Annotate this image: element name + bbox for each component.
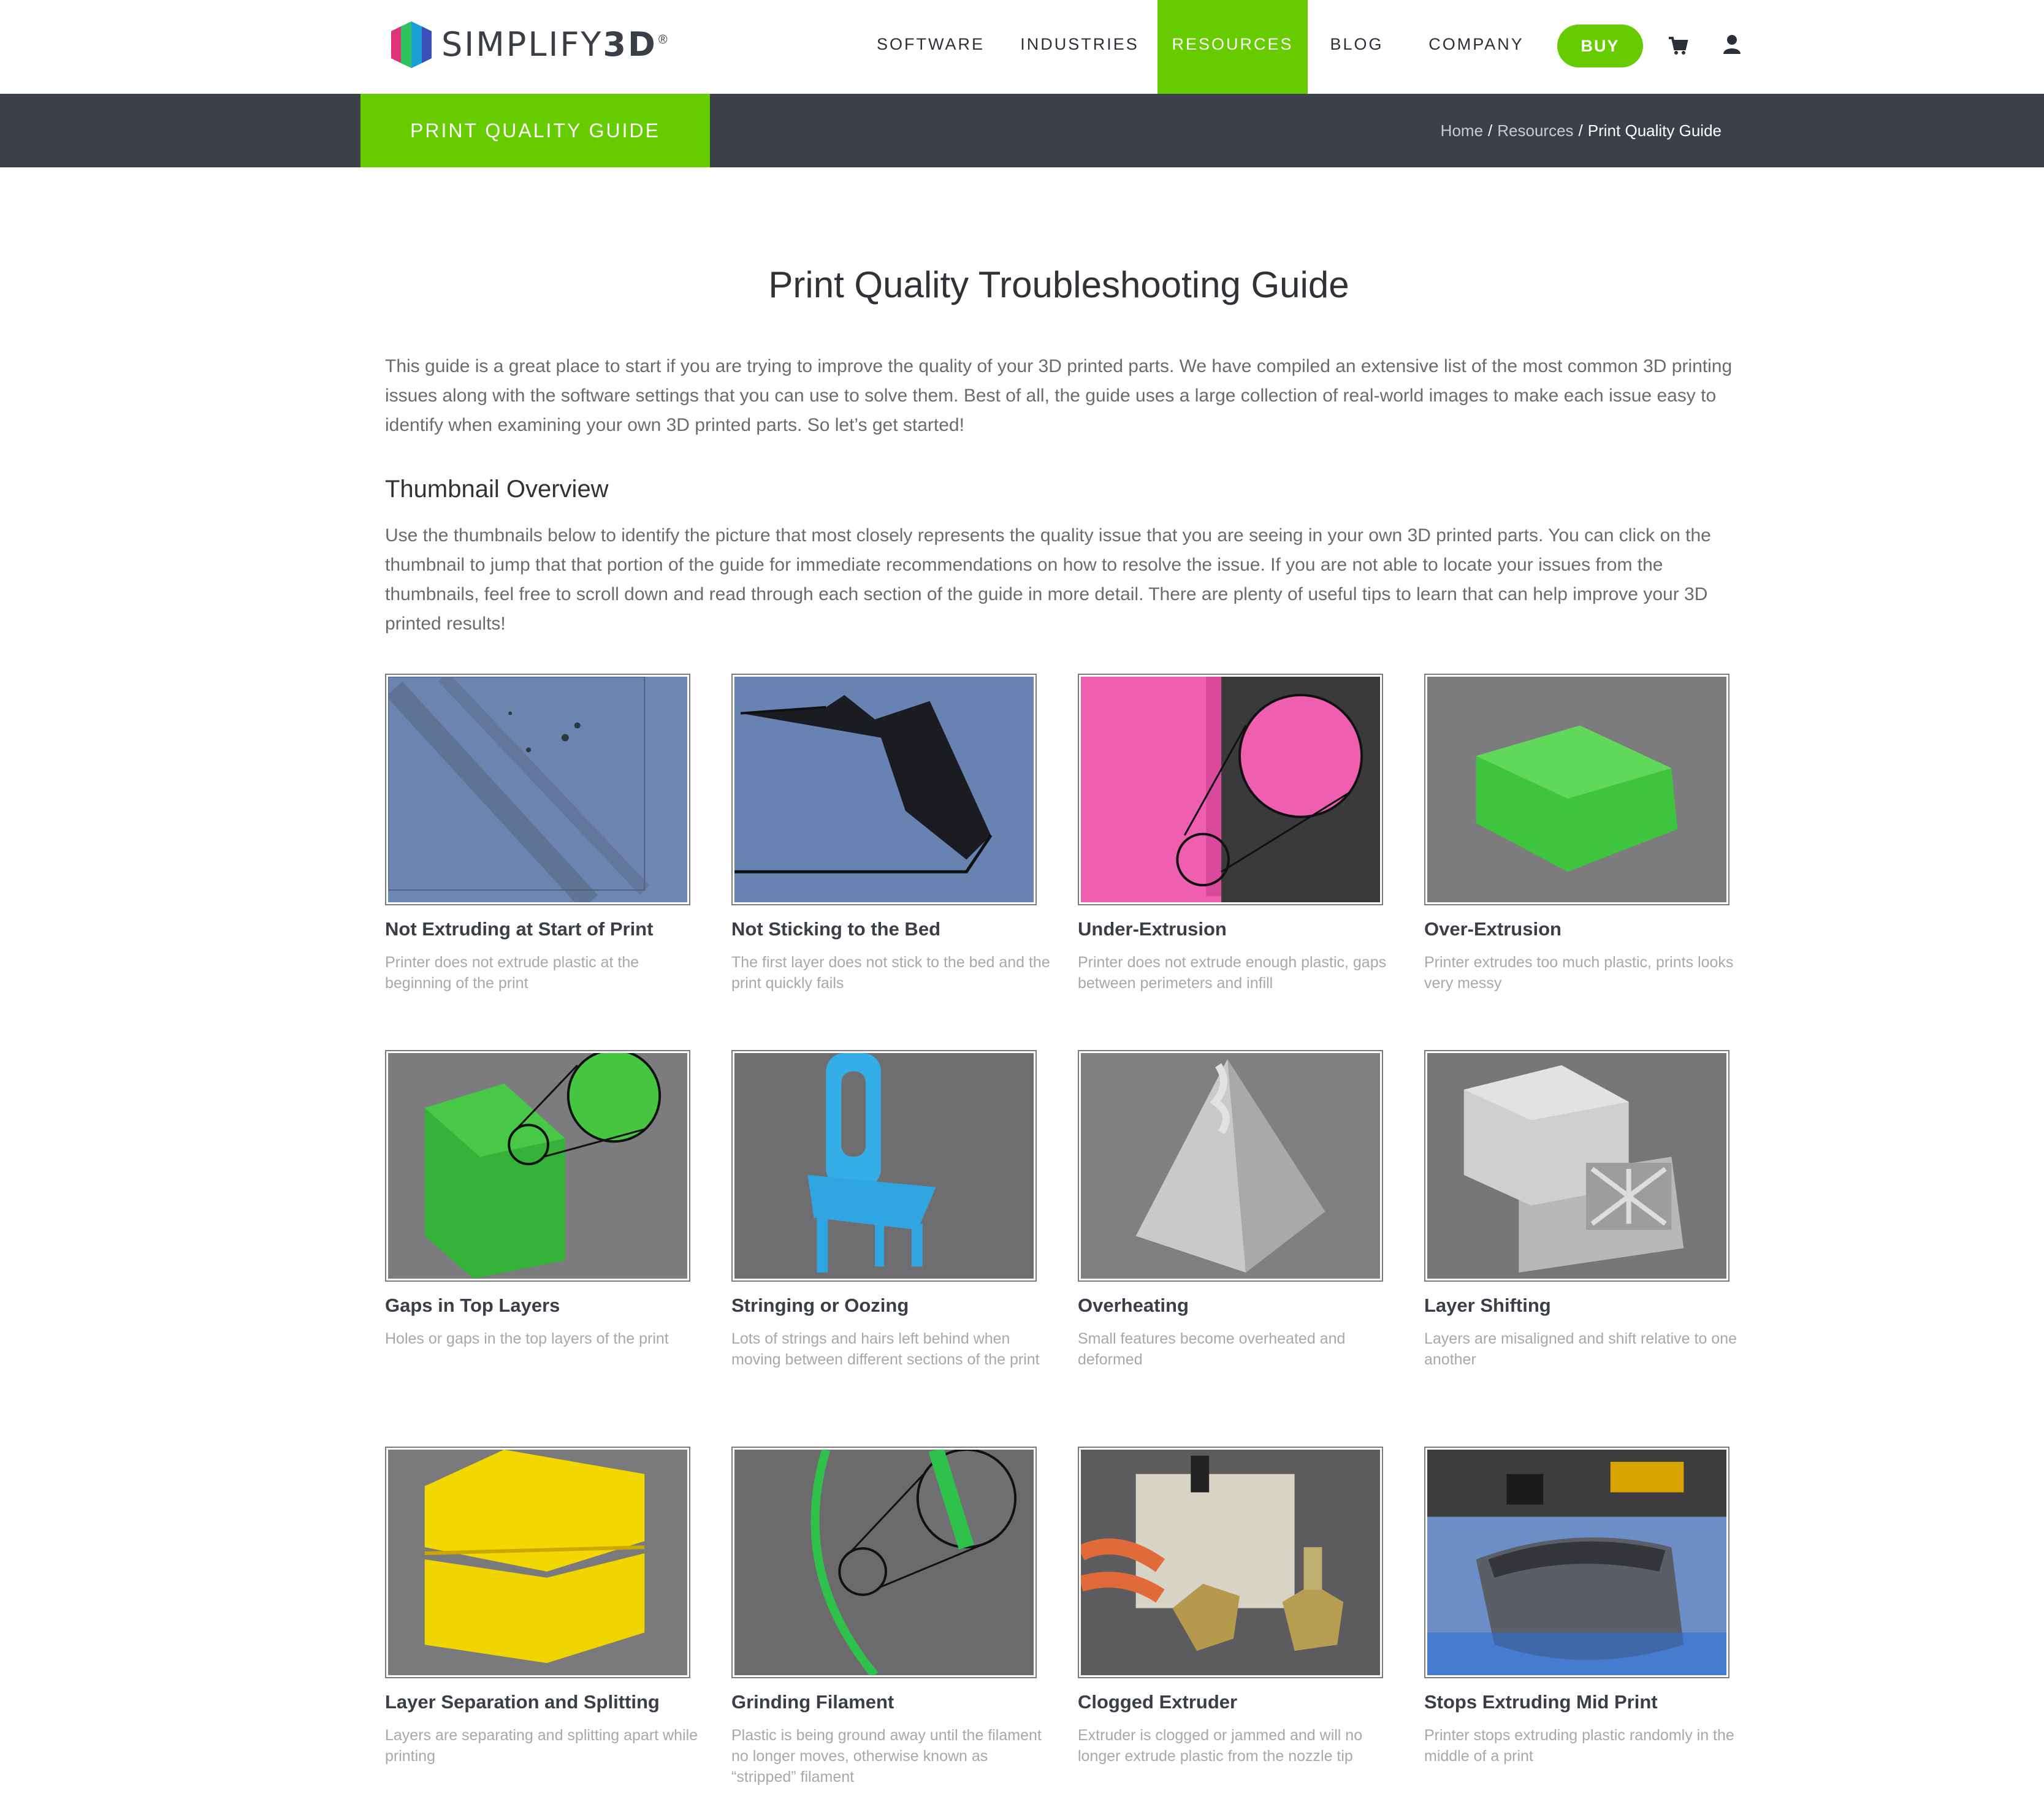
card-description: The first layer does not stick to the be…	[731, 954, 1050, 992]
card-title[interactable]: Under-Extrusion	[1078, 918, 1397, 940]
card-title[interactable]: Stringing or Oozing	[731, 1295, 1050, 1317]
card-title[interactable]: Overheating	[1078, 1295, 1397, 1317]
thumbnail-layer-separation[interactable]	[385, 1447, 690, 1678]
thumbnail-over-extrusion[interactable]	[1424, 674, 1729, 905]
overview-paragraph: Use the thumbnails below to identify the…	[385, 525, 1711, 634]
logo-wordmark: SIMPLIFY3D	[441, 25, 657, 64]
breadcrumb-resources[interactable]: Resources	[1497, 121, 1573, 140]
nav-software[interactable]: SOFTWARE	[869, 0, 992, 94]
card-title[interactable]: Not Extruding at Start of Print	[385, 918, 704, 940]
card-title[interactable]: Gaps in Top Layers	[385, 1295, 704, 1317]
overview-heading: Thumbnail Overview	[385, 476, 609, 503]
registered-mark: ®	[658, 32, 668, 47]
thumbnail-image	[1427, 677, 1726, 902]
card-description: Small features become overheated and def…	[1078, 1330, 1346, 1368]
thumbnail-image	[1427, 1053, 1726, 1279]
card-title[interactable]: Layer Shifting	[1424, 1295, 1743, 1317]
breadcrumb-current: Print Quality Guide	[1587, 121, 1722, 140]
thumbnail-gaps-top-layers[interactable]	[385, 1050, 690, 1282]
page-title-bar: PRINT QUALITY GUIDE Home / Resources / Print…	[0, 94, 2044, 167]
card-description: Layers are misaligned and shift relative…	[1424, 1330, 1737, 1368]
card-title[interactable]: Stops Extruding Mid Print	[1424, 1691, 1743, 1713]
thumbnail-stops-extruding[interactable]	[1424, 1447, 1729, 1678]
thumbnail-overheating[interactable]	[1078, 1050, 1383, 1282]
thumbnail-under-extrusion[interactable]	[1078, 674, 1383, 905]
card-description: Printer does not extrude enough plastic,…	[1078, 954, 1387, 992]
thumbnail-image	[1081, 1053, 1380, 1279]
breadcrumb: Home / Resources / Print Quality Guide	[1441, 94, 1722, 167]
thumbnail-image	[388, 1053, 687, 1279]
card-description: Holes or gaps in the top layers of the p…	[385, 1330, 669, 1347]
nav-company[interactable]: COMPANY	[1417, 0, 1535, 94]
card-description: Printer stops extruding plastic randomly…	[1424, 1727, 1734, 1765]
card-description: Layers are separating and splitting apar…	[385, 1727, 698, 1765]
card-title[interactable]: Layer Separation and Splitting	[385, 1691, 704, 1713]
card-title[interactable]: Clogged Extruder	[1078, 1691, 1397, 1713]
intro-paragraph: This guide is a great place to start if …	[385, 356, 1733, 435]
simplify3d-logo[interactable]: SIMPLIFY3D ®	[390, 20, 668, 69]
card-description: Printer does not extrude plastic at the …	[385, 954, 639, 992]
thumbnail-image	[1427, 1450, 1726, 1675]
thumbnail-image	[1081, 677, 1380, 902]
user-icon[interactable]	[1722, 33, 1742, 58]
thumbnail-image	[388, 677, 687, 902]
thumbnail-layer-shifting[interactable]	[1424, 1050, 1729, 1282]
nav-resources[interactable]: RESOURCES	[1157, 0, 1308, 94]
thumbnail-image	[1081, 1450, 1380, 1675]
page-title: Print Quality Troubleshooting Guide	[768, 264, 1349, 305]
thumbnail-image	[734, 1450, 1034, 1675]
thumbnail-stringing[interactable]	[731, 1050, 1037, 1282]
card-title[interactable]: Grinding Filament	[731, 1691, 1050, 1713]
thumbnail-image	[734, 677, 1034, 902]
thumbnail-grinding-filament[interactable]	[731, 1447, 1037, 1678]
card-title[interactable]: Not Sticking to the Bed	[731, 918, 1050, 940]
section-label: PRINT QUALITY GUIDE	[360, 94, 710, 167]
top-navigation: SIMPLIFY3D ® SOFTWARE INDUSTRIES RESOURC…	[0, 0, 2044, 94]
breadcrumb-separator: /	[1488, 121, 1493, 140]
thumbnail-image	[734, 1053, 1034, 1279]
thumbnail-image	[388, 1450, 687, 1675]
logo-cube-icon	[391, 21, 432, 68]
buy-button[interactable]: BUY	[1557, 25, 1643, 67]
nav-blog[interactable]: BLOG	[1324, 0, 1389, 94]
thumbnail-not-extruding[interactable]	[385, 674, 690, 905]
card-description: Printer extrudes too much plastic, print…	[1424, 954, 1734, 992]
card-description: Plastic is being ground away until the f…	[731, 1727, 1042, 1786]
shopping-cart-icon[interactable]	[1668, 33, 1688, 58]
thumbnail-not-sticking[interactable]	[731, 674, 1037, 905]
nav-industries[interactable]: INDUSTRIES	[1012, 0, 1148, 94]
breadcrumb-home[interactable]: Home	[1441, 121, 1483, 140]
card-description: Extruder is clogged or jammed and will n…	[1078, 1727, 1363, 1765]
breadcrumb-separator: /	[1578, 121, 1583, 140]
thumbnail-clogged-extruder[interactable]	[1078, 1447, 1383, 1678]
card-description: Lots of strings and hairs left behind wh…	[731, 1330, 1040, 1368]
card-title[interactable]: Over-Extrusion	[1424, 918, 1743, 940]
